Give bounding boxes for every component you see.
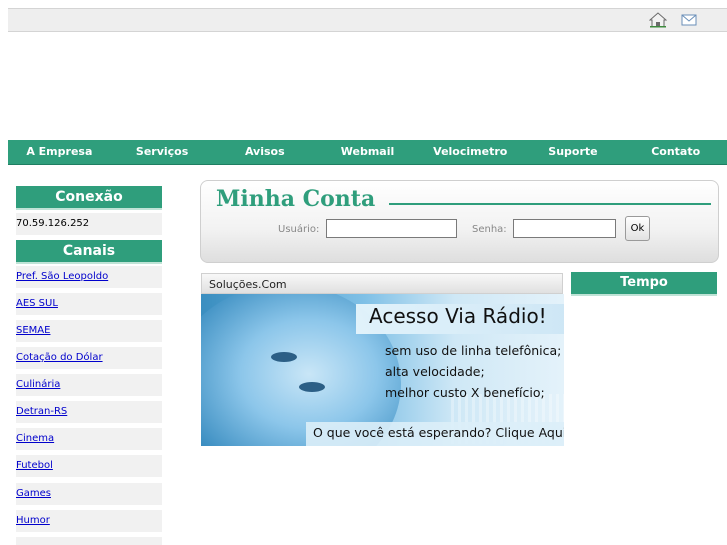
conexao-header: Conexão	[16, 186, 162, 210]
ok-button[interactable]: Ok	[625, 216, 650, 241]
usuario-input[interactable]	[326, 219, 457, 238]
usuario-label: Usuário:	[278, 224, 320, 235]
canais-header: Canais	[16, 240, 162, 264]
canal-link[interactable]: Detran-RS	[16, 401, 162, 423]
canal-link[interactable]: Humor	[16, 510, 162, 532]
nav-servicos[interactable]: Serviços	[111, 140, 214, 164]
minha-conta-panel: Minha Conta Usuário: Senha: Ok	[200, 180, 719, 263]
canal-link[interactable]: Futebol	[16, 455, 162, 477]
nav-contato[interactable]: Contato	[624, 140, 727, 164]
canal-link[interactable]: Games	[16, 483, 162, 505]
nav-velocimetro[interactable]: Velocimetro	[419, 140, 522, 164]
nav-a-empresa[interactable]: A Empresa	[8, 140, 111, 164]
minha-conta-title: Minha Conta	[216, 186, 376, 212]
title-divider	[389, 203, 711, 205]
mail-icon[interactable]	[680, 12, 698, 28]
ip-address: 70.59.126.252	[16, 213, 162, 235]
top-utility-bar	[8, 8, 727, 32]
banner-line: alta velocidade;	[385, 364, 485, 379]
banner-cta[interactable]: O que você está esperando? Clique Aqui!	[306, 422, 564, 446]
canal-link[interactable]: Pref. São Leopoldo	[16, 266, 162, 288]
home-icon[interactable]	[649, 12, 667, 28]
banner-line: melhor custo X benefício;	[385, 385, 545, 400]
banner-title: Acesso Via Rádio!	[369, 304, 547, 328]
solucoes-header: Soluções.Com	[201, 273, 563, 294]
nav-suporte[interactable]: Suporte	[522, 140, 625, 164]
canal-link[interactable]: SEMAE	[16, 320, 162, 342]
acesso-radio-banner[interactable]: Acesso Via Rádio! sem uso de linha telef…	[201, 294, 564, 446]
canal-link[interactable]: Cinema	[16, 428, 162, 450]
canal-link[interactable]: Culinária	[16, 374, 162, 396]
canal-link[interactable]: Cotação do Dólar	[16, 347, 162, 369]
banner-eye	[271, 352, 297, 362]
main-nav: A Empresa Serviços Avisos Webmail Veloci…	[8, 140, 727, 165]
canal-link-partial[interactable]	[16, 537, 162, 545]
nav-avisos[interactable]: Avisos	[213, 140, 316, 164]
banner-line: sem uso de linha telefônica;	[385, 343, 562, 358]
canal-link[interactable]: AES SUL	[16, 293, 162, 315]
senha-label: Senha:	[472, 224, 507, 235]
tempo-header: Tempo	[571, 272, 717, 296]
banner-eye	[299, 382, 325, 392]
banner-cta-text: O que você está esperando? Clique Aqui!	[313, 425, 564, 440]
senha-input[interactable]	[513, 219, 616, 238]
nav-webmail[interactable]: Webmail	[316, 140, 419, 164]
